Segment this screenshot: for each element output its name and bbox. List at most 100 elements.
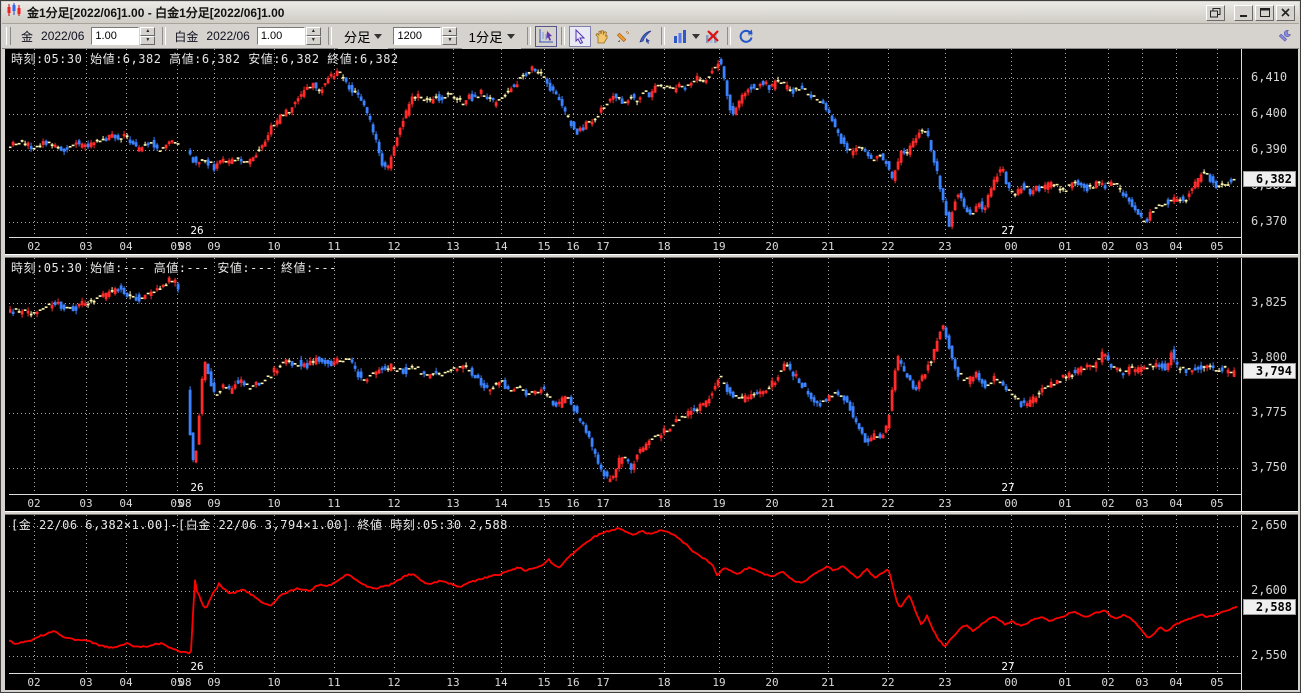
- bar-count-input[interactable]: [393, 27, 442, 45]
- time-tick-label: 11: [327, 497, 341, 510]
- time-tick-label: 23: [938, 676, 952, 689]
- toolbar-grip[interactable]: [6, 27, 11, 45]
- gold-chart-panel: 26 27 時刻:05:30 始値:6,382 高値:6,382 安値:6,382…: [5, 49, 1298, 254]
- time-tick-label: 12: [387, 676, 401, 689]
- time-tick-label: 23: [938, 240, 952, 253]
- cascade-windows-button[interactable]: [1206, 4, 1225, 21]
- price-tick-label: 3,800: [1251, 350, 1288, 364]
- draw-tool-button[interactable]: [634, 25, 657, 47]
- gold-plot[interactable]: 26 27 時刻:05:30 始値:6,382 高値:6,382 安値:6,382…: [9, 49, 1241, 237]
- time-tick-label: 03: [79, 676, 93, 689]
- current-price-badge: 3,794: [1243, 363, 1296, 380]
- time-tick-label: 22: [881, 240, 895, 253]
- date-marker: 26: [190, 224, 203, 237]
- toolbar-separator: [162, 27, 167, 45]
- price-tick-label: 2,550: [1251, 648, 1288, 662]
- chart-type-dropdown-button[interactable]: [690, 25, 701, 47]
- time-tick-label: 18: [657, 240, 671, 253]
- cascade-icon: [1210, 7, 1221, 17]
- interval-label: 1分足: [468, 29, 503, 45]
- pan-tool-button[interactable]: [590, 25, 613, 47]
- spread-plot[interactable]: 26 27 [金 22/06 6,382×1.00]-[白金 22/06 3,79…: [9, 515, 1241, 673]
- reload-icon: R: [739, 29, 753, 43]
- time-tick-label: 10: [267, 497, 281, 510]
- delete-study-button[interactable]: [700, 25, 723, 47]
- toolbar-separator: [526, 27, 531, 45]
- gold-multiplier-input[interactable]: [91, 27, 140, 45]
- chevron-down-icon: [506, 33, 515, 39]
- window-title: 金1分足[2022/06]1.00 - 白金1分足[2022/06]1.00: [27, 6, 285, 20]
- time-tick-label: 17: [596, 497, 610, 510]
- time-tick-label: 03: [1135, 676, 1149, 689]
- time-tick-label: 02: [27, 497, 41, 510]
- select-tool-button[interactable]: [568, 25, 591, 47]
- current-price-badge: 6,382: [1243, 170, 1296, 187]
- time-tick-label: 16: [566, 497, 580, 510]
- gold-price-axis: 6,4106,4006,3906,3806,3706,382: [1241, 49, 1298, 254]
- platinum-chart-panel: 26 27 時刻:05:30 始値:--- 高値:--- 安値:--- 終値:--…: [5, 258, 1298, 511]
- time-tick-label: 16: [566, 676, 580, 689]
- time-tick-label: 15: [537, 240, 551, 253]
- price-tick-label: 6,400: [1251, 106, 1288, 120]
- period-type-dropdown[interactable]: 分足: [337, 23, 389, 49]
- gold-contract-month: 2022/06: [41, 29, 85, 43]
- bar-count-up-arrow-icon[interactable]: ▲: [442, 27, 458, 36]
- minimize-button[interactable]: [1234, 4, 1253, 21]
- time-tick-label: 14: [494, 497, 508, 510]
- toolbar: 金 2022/06 ▲ ▼ 白金 2022/06 ▲ ▼ 分足 ▲: [2, 23, 1299, 49]
- svg-text:R: R: [748, 31, 752, 37]
- platinum-mult-down-arrow-icon[interactable]: ▼: [305, 36, 321, 45]
- chart-type-button[interactable]: [668, 25, 691, 47]
- maximize-button[interactable]: [1255, 4, 1274, 21]
- trendline-tool-button[interactable]: [612, 25, 635, 47]
- time-tick-label: 15: [537, 497, 551, 510]
- crosshair-mode-button[interactable]: [534, 25, 557, 47]
- time-tick-label: 03: [79, 240, 93, 253]
- platinum-contract-month: 2022/06: [206, 29, 250, 43]
- platinum-plot[interactable]: 26 27 時刻:05:30 始値:--- 高値:--- 安値:--- 終値:--…: [9, 258, 1241, 494]
- time-tick-label: 02: [27, 240, 41, 253]
- time-tick-label: 04: [1169, 676, 1183, 689]
- time-tick-label: 03: [79, 497, 93, 510]
- time-tick-label: 05: [1210, 676, 1224, 689]
- titlebar[interactable]: 金1分足[2022/06]1.00 - 白金1分足[2022/06]1.00: [2, 2, 1299, 24]
- close-button[interactable]: [1276, 4, 1295, 21]
- platinum-multiplier-input[interactable]: [256, 27, 305, 45]
- toolbar-separator: [726, 27, 731, 45]
- gold-symbol-label: 金: [21, 29, 34, 44]
- bar-count-down-arrow-icon[interactable]: ▼: [442, 36, 458, 45]
- time-tick-label: 09: [207, 240, 221, 253]
- app-window: 金1分足[2022/06]1.00 - 白金1分足[2022/06]1.00 金…: [0, 0, 1301, 693]
- gold-mult-down-arrow-icon[interactable]: ▼: [140, 36, 156, 45]
- time-tick-label: 02: [27, 676, 41, 689]
- chevron-down-icon: [374, 33, 383, 39]
- reload-button[interactable]: R: [734, 25, 757, 47]
- time-tick-label: 21: [821, 497, 835, 510]
- draw-pen-icon: [639, 30, 652, 44]
- time-tick-label: 19: [712, 240, 726, 253]
- time-tick-label: 13: [446, 240, 460, 253]
- platinum-multiplier-stepper: ▲ ▼: [256, 27, 321, 45]
- delete-study-icon: [705, 29, 719, 43]
- settings-button[interactable]: [1273, 25, 1295, 47]
- time-tick-label: 20: [765, 497, 779, 510]
- date-marker: 27: [1001, 224, 1014, 237]
- time-tick-label: 19: [712, 497, 726, 510]
- interval-dropdown[interactable]: 1分足: [462, 23, 521, 49]
- time-tick-label: 00: [1004, 240, 1018, 253]
- platinum-mult-up-arrow-icon[interactable]: ▲: [305, 27, 321, 36]
- app-icon: [6, 3, 22, 22]
- pan-hand-icon: [595, 29, 608, 43]
- spread-price-axis: 2,650 2,600 2,550 2,588: [1241, 515, 1298, 690]
- price-tick-label: 2,650: [1251, 518, 1288, 532]
- time-tick-label: 10: [267, 240, 281, 253]
- time-tick-label: 23: [938, 497, 952, 510]
- time-tick-label: 12: [387, 240, 401, 253]
- minimize-icon: [1239, 15, 1247, 17]
- time-tick-label: 04: [119, 676, 133, 689]
- price-tick-label: 6,390: [1251, 142, 1288, 156]
- time-tick-label: 17: [596, 240, 610, 253]
- time-tick-label: 04: [1169, 497, 1183, 510]
- gold-mult-up-arrow-icon[interactable]: ▲: [140, 27, 156, 36]
- time-tick-label: 01: [1058, 240, 1072, 253]
